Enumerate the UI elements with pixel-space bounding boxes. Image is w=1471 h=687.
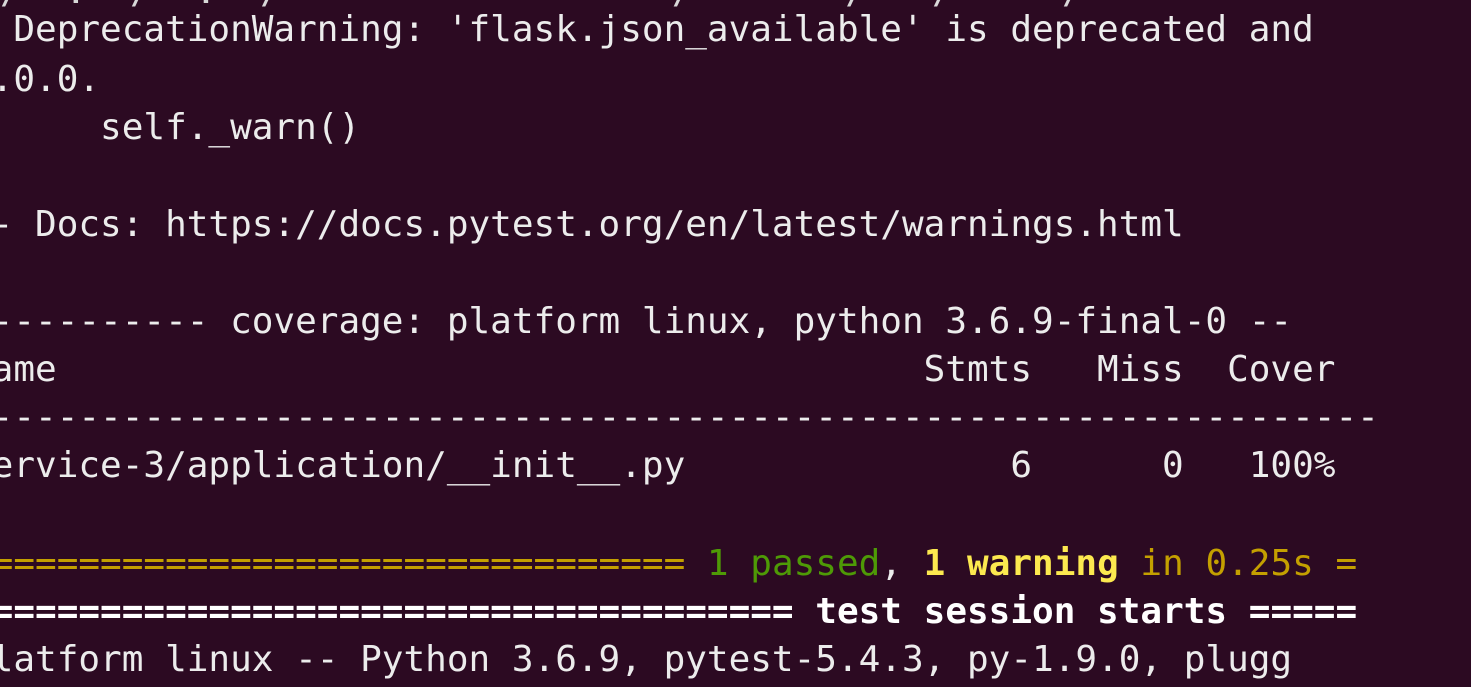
summary-separator-left: =================================: [0, 543, 707, 584]
summary-comma: ,: [880, 543, 924, 584]
deprecation-warning-continuation: 2.0.0.: [0, 59, 101, 100]
session-start-line: ====================================== t…: [0, 590, 1357, 634]
coverage-table-header: Name Stmts Miss Cover: [0, 349, 1336, 390]
platform-info-line: platform linux -- Python 3.6.9, pytest-5…: [0, 639, 1293, 680]
summary-warning: 1 warning: [923, 543, 1119, 584]
summary-duration: in 0.25s: [1118, 543, 1336, 584]
docs-link-line: -- Docs: https://docs.pytest.org/en/late…: [0, 204, 1184, 245]
session-separator-left: ======================================: [0, 591, 816, 632]
session-start-text: test session starts: [815, 591, 1228, 632]
summary-passed: 1 passed: [706, 543, 881, 584]
coverage-table-divider: ----------------------------------------…: [0, 397, 1379, 438]
terminal-window[interactable]: / . / . / / / / / DeprecationWarning: 'f…: [0, 0, 1471, 687]
deprecation-warning-line: DeprecationWarning: 'flask.json_availabl…: [0, 9, 1314, 50]
test-summary-line: ================================= 1 pass…: [0, 542, 1357, 586]
coverage-header-line: ----------- coverage: platform linux, py…: [0, 301, 1293, 342]
summary-separator-right: =: [1335, 543, 1358, 584]
session-separator-right: =====: [1227, 591, 1358, 632]
self-warn-line: self._warn(): [0, 107, 361, 148]
coverage-table-row: service-3/application/__init__.py 6 0 10…: [0, 445, 1336, 486]
